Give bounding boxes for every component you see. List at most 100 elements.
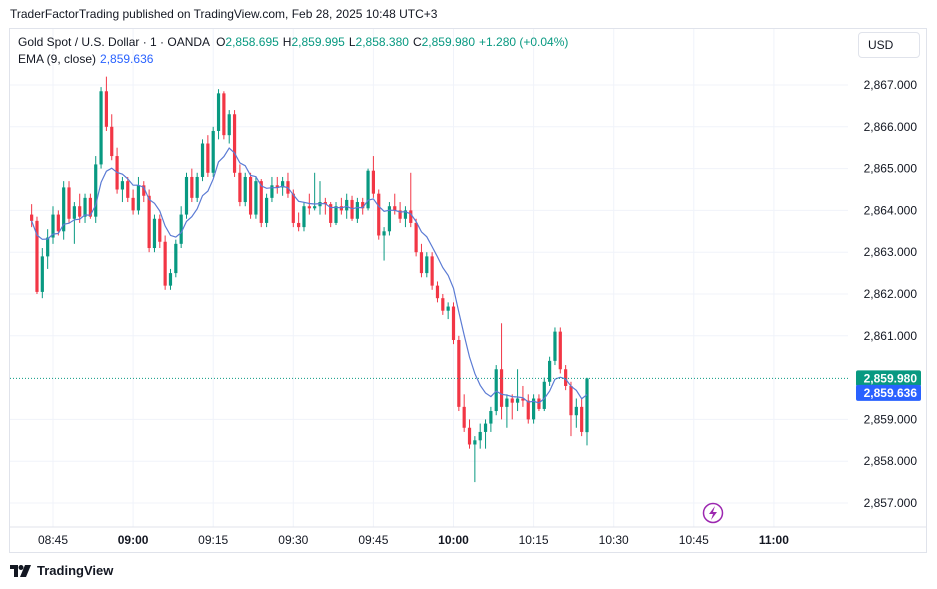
- chart-canvas[interactable]: 2,867.000 2,866.000 2,865.000 2,864.000 2,86…: [0, 0, 937, 589]
- candle: [564, 365, 568, 391]
- candle: [542, 377, 546, 412]
- candle: [179, 206, 183, 249]
- candle-body: [425, 256, 429, 274]
- candle: [136, 176, 141, 215]
- ema-indicator-label[interactable]: EMA (9, close): [18, 51, 96, 68]
- candle: [467, 419, 472, 449]
- candle: [40, 248, 44, 299]
- time-tick-label: 10:15: [519, 533, 549, 547]
- time-tick-label: 09:15: [198, 533, 228, 547]
- candle-body: [515, 398, 520, 403]
- candle-body: [569, 385, 573, 416]
- candle: [419, 243, 424, 278]
- candle-body: [211, 130, 215, 173]
- candle-body: [510, 398, 514, 403]
- candle-body: [72, 206, 76, 219]
- candle-body: [446, 306, 450, 311]
- candle: [163, 235, 167, 290]
- tradingview-logo[interactable]: TradingView: [10, 563, 113, 578]
- candle: [329, 202, 333, 228]
- candle-body: [126, 181, 130, 198]
- candle: [99, 87, 103, 169]
- legend-open: O2,858.695: [216, 35, 279, 49]
- last-price-label: 2,859.980: [856, 370, 921, 387]
- candle: [382, 227, 386, 261]
- candle: [302, 202, 306, 232]
- candle: [83, 193, 87, 223]
- symbol-title[interactable]: Gold Spot / U.S. Dollar · 1 · OANDA: [18, 34, 210, 51]
- candle-body: [414, 222, 418, 253]
- candle-body: [382, 231, 386, 236]
- currency-button[interactable]: USD: [858, 32, 920, 58]
- legend-change: +1.280 (+0.04%): [479, 35, 569, 49]
- candle: [313, 172, 317, 211]
- candle-body: [345, 199, 349, 211]
- candle: [152, 214, 157, 253]
- candle: [248, 172, 253, 219]
- candle: [569, 381, 573, 437]
- candle-body: [462, 406, 466, 428]
- candle: [574, 398, 578, 428]
- candle-body: [243, 176, 247, 203]
- candle-body: [302, 206, 306, 228]
- candle: [94, 156, 98, 223]
- candle: [232, 110, 237, 177]
- candle-body: [184, 176, 189, 215]
- candle-body: [537, 398, 541, 409]
- candle-body: [580, 406, 584, 432]
- candle: [72, 202, 76, 244]
- candle-body: [195, 176, 199, 198]
- candle-body: [190, 176, 194, 198]
- candle-body: [206, 143, 210, 173]
- candle: [339, 197, 343, 215]
- candle: [462, 394, 466, 432]
- candle-body: [483, 423, 488, 432]
- candle-body: [200, 143, 205, 177]
- candle-body: [419, 252, 424, 274]
- candle: [510, 394, 514, 420]
- candle: [51, 206, 55, 244]
- candle: [238, 164, 242, 207]
- candle-body: [259, 181, 263, 223]
- legend-high: H2,859.995: [282, 35, 345, 49]
- candle-body: [104, 91, 108, 127]
- candle: [115, 147, 119, 194]
- candle: [515, 369, 520, 412]
- candle: [243, 172, 247, 207]
- candle: [377, 189, 381, 240]
- candle: [409, 172, 413, 228]
- tradingview-logo-icon: [10, 564, 31, 577]
- price-tick-label: 2,857.000: [864, 496, 918, 510]
- candle-body: [371, 170, 375, 194]
- candle: [355, 197, 359, 223]
- candle-body: [238, 172, 242, 203]
- time-tick-label: 08:45: [38, 533, 68, 547]
- candle-body: [297, 222, 301, 228]
- candle-body: [46, 237, 50, 257]
- candle-body: [542, 381, 546, 409]
- candle: [558, 327, 562, 374]
- candle-body: [553, 331, 557, 361]
- candle: [110, 114, 114, 161]
- time-tick-label: 09:00: [118, 533, 149, 547]
- candle-body: [291, 193, 295, 223]
- candle: [184, 172, 189, 219]
- candle: [441, 294, 445, 315]
- candle: [451, 302, 456, 345]
- candle-body: [158, 218, 162, 242]
- candle-body: [131, 197, 135, 211]
- candle: [211, 126, 215, 177]
- price-tick-label: 2,862.000: [864, 287, 918, 301]
- candle-body: [473, 440, 477, 445]
- candle-body: [494, 369, 498, 412]
- candle: [297, 212, 301, 232]
- candle-body: [313, 206, 317, 209]
- flash-icon[interactable]: [702, 502, 724, 524]
- candle: [195, 172, 199, 203]
- time-axis: 08:45 09:00 09:15 09:30 09:45 10:00 10:15 10:30…: [38, 533, 789, 547]
- time-tick-label: 09:30: [278, 533, 308, 547]
- candle-body: [435, 285, 440, 299]
- candle: [158, 214, 162, 249]
- candle: [334, 202, 338, 226]
- candle-body: [451, 306, 456, 340]
